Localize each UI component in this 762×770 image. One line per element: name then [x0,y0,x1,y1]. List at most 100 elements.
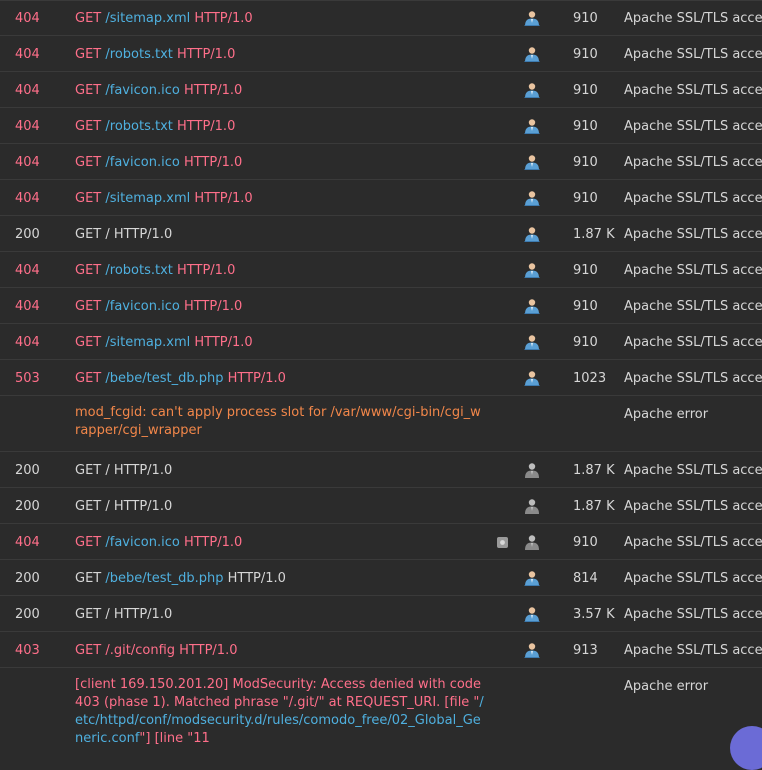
response-size: 3.57 K [573,607,615,622]
table-row[interactable]: 404 GET /favicon.ico HTTP/1.0 910 Apache… [0,144,762,180]
chat-bubble-button[interactable] [730,726,762,770]
request-path[interactable]: /favicon.ico [105,535,179,550]
log-source: Apache SSL/TLS access [624,499,762,514]
table-row[interactable]: 404 GET /sitemap.xml HTTP/1.0 910 Apache… [0,324,762,360]
request-path[interactable]: /robots.txt [105,263,173,278]
error-message: mod_fcgid: can't apply process slot for … [75,405,481,438]
user-icon [524,47,540,62]
user-icon [524,263,540,278]
status-code: 404 [15,299,40,314]
table-row[interactable]: 200 GET / HTTP/1.0 3.57 K Apache SSL/TLS… [0,596,762,632]
request-protocol: HTTP/1.0 [194,191,253,206]
user-icon [524,227,540,242]
request[interactable]: GET /sitemap.xml HTTP/1.0 [75,335,253,351]
log-source: Apache SSL/TLS access [624,11,762,26]
request[interactable]: GET /favicon.ico HTTP/1.0 [75,83,242,99]
request-method: GET [75,499,102,514]
user-icon [524,155,540,170]
table-row[interactable]: 404 GET /favicon.ico HTTP/1.0 910 Apache… [0,288,762,324]
request-path[interactable]: /favicon.ico [105,155,179,170]
response-size: 913 [573,643,598,658]
request[interactable]: GET /robots.txt HTTP/1.0 [75,263,235,279]
table-row[interactable]: 404 GET /robots.txt HTTP/1.0 910 Apache … [0,108,762,144]
request[interactable]: GET / HTTP/1.0 [75,499,172,515]
request-protocol: HTTP/1.0 [183,535,243,550]
log-source: Apache error [624,407,709,422]
request[interactable]: GET /favicon.ico HTTP/1.0 [75,299,242,315]
table-row[interactable]: 200 GET /bebe/test_db.php HTTP/1.0 814 A… [0,560,762,596]
request-path[interactable]: /favicon.ico [105,83,179,98]
response-size: 1.87 K [573,227,615,242]
status-code: 404 [15,47,40,62]
request-path[interactable]: / [105,499,109,514]
request-method: GET [75,155,102,170]
table-row[interactable]: 404 GET /sitemap.xml HTTP/1.0 910 Apache… [0,180,762,216]
status-code: 404 [15,535,40,550]
status-code: 404 [15,83,40,98]
request-method: GET [75,227,102,242]
request-path[interactable]: /robots.txt [105,119,173,134]
user-icon [524,571,540,586]
request-protocol: HTTP/1.0 [177,119,236,134]
request-path[interactable]: /favicon.ico [105,299,179,314]
response-size: 910 [573,119,598,134]
table-row[interactable]: mod_fcgid: can't apply process slot for … [0,396,762,452]
table-row[interactable]: 404 GET /sitemap.xml HTTP/1.0 910 Apache… [0,0,762,36]
table-row[interactable]: 404 GET /favicon.ico HTTP/1.0 910 Apache… [0,72,762,108]
error-text: [client 169.150.201.20] ModSecurity: Acc… [75,677,482,710]
request[interactable]: GET / HTTP/1.0 [75,227,172,243]
table-row[interactable]: 404 GET /favicon.ico HTTP/1.0 910 Apache… [0,524,762,560]
error-text-tail: "] [line "11 [139,731,210,746]
request-path[interactable]: /bebe/test_db.php [105,571,223,586]
request-method: GET [75,607,102,622]
table-row[interactable]: 404 GET /robots.txt HTTP/1.0 910 Apache … [0,36,762,72]
user-icon [525,535,539,550]
request[interactable]: GET /sitemap.xml HTTP/1.0 [75,191,253,207]
request-method: GET [75,263,102,278]
status-code: 200 [15,227,40,242]
request[interactable]: GET /favicon.ico HTTP/1.0 [75,155,242,171]
table-row[interactable]: [client 169.150.201.20] ModSecurity: Acc… [0,668,762,746]
status-code: 503 [15,371,40,386]
request[interactable]: GET /sitemap.xml HTTP/1.0 [75,11,253,27]
response-size: 910 [573,263,598,278]
shield-icon[interactable] [497,537,508,548]
request-path[interactable]: /.git/config [105,643,175,658]
table-row[interactable]: 503 GET /bebe/test_db.php HTTP/1.0 1023 … [0,360,762,396]
request[interactable]: GET /favicon.ico HTTP/1.0 [75,535,242,551]
request-method: GET [75,191,102,206]
request-path[interactable]: /sitemap.xml [105,11,190,26]
request-path[interactable]: /sitemap.xml [105,191,190,206]
request-path[interactable]: /sitemap.xml [105,335,190,350]
request-path[interactable]: /robots.txt [105,47,173,62]
status-code: 404 [15,119,40,134]
request[interactable]: GET / HTTP/1.0 [75,607,172,623]
request-path[interactable]: / [105,463,109,478]
table-row[interactable]: 200 GET / HTTP/1.0 1.87 K Apache SSL/TLS… [0,452,762,488]
request-protocol: HTTP/1.0 [177,263,236,278]
table-row[interactable]: 200 GET / HTTP/1.0 1.87 K Apache SSL/TLS… [0,216,762,252]
request[interactable]: GET /robots.txt HTTP/1.0 [75,47,235,63]
table-row[interactable]: 403 GET /.git/config HTTP/1.0 913 Apache… [0,632,762,668]
request-path[interactable]: / [105,227,109,242]
log-source: Apache SSL/TLS access [624,371,762,386]
log-source: Apache SSL/TLS access [624,191,762,206]
request-path[interactable]: /bebe/test_db.php [105,371,223,386]
request[interactable]: GET /robots.txt HTTP/1.0 [75,119,235,135]
table-row[interactable]: 200 GET / HTTP/1.0 1.87 K Apache SSL/TLS… [0,488,762,524]
request[interactable]: GET /bebe/test_db.php HTTP/1.0 [75,571,286,587]
log-source: Apache SSL/TLS access [624,263,762,278]
request-protocol: HTTP/1.0 [194,335,253,350]
request-protocol: HTTP/1.0 [227,371,286,386]
request[interactable]: GET / HTTP/1.0 [75,463,172,479]
request-method: GET [75,643,102,658]
request-protocol: HTTP/1.0 [113,607,173,622]
request[interactable]: GET /.git/config HTTP/1.0 [75,643,237,659]
request-method: GET [75,47,102,62]
table-row[interactable]: 404 GET /robots.txt HTTP/1.0 910 Apache … [0,252,762,288]
request-path[interactable]: / [105,607,109,622]
request[interactable]: GET /bebe/test_db.php HTTP/1.0 [75,371,286,387]
request-protocol: HTTP/1.0 [113,463,173,478]
response-size: 910 [573,299,598,314]
user-icon [524,119,540,134]
